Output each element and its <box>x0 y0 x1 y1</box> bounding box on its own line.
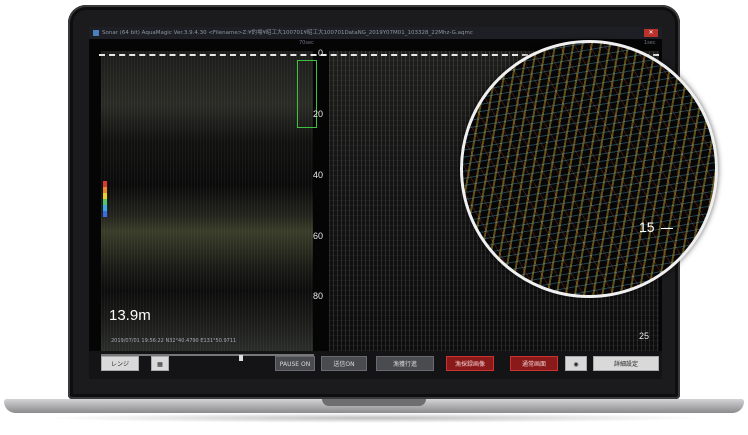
window-title: Sonar (64 bit) AquaMagic Ver.3.9.4.30 <F… <box>102 30 473 36</box>
depth-axis: 0 20 40 60 80 <box>312 48 345 351</box>
title-bar: Sonar (64 bit) AquaMagic Ver.3.9.4.30 <F… <box>89 27 662 39</box>
laptop-notch <box>322 399 426 406</box>
toolbar: レンジ ▦ PAUSE ON 送信ON 漁獲行進 漁採録画像 通常画面 ◉ 詳細… <box>89 351 662 379</box>
depth-tick: 20 <box>312 109 340 119</box>
depth-tick: 60 <box>312 231 340 241</box>
manual-mode-button[interactable]: 漁獲行進 <box>376 356 434 371</box>
depth-readout: 13.9m <box>109 307 151 324</box>
send-button[interactable]: 送信ON <box>321 356 367 371</box>
history-echogram[interactable]: 13.9m 2019/07/01 19:56:22 N32°40.4790 E1… <box>101 51 313 351</box>
detail-settings-button[interactable]: 詳細設定 <box>593 356 659 371</box>
depth-tick: 40 <box>312 170 340 180</box>
magnifier-depth-label: 15 <box>639 219 673 235</box>
color-scale-swatch <box>103 211 107 217</box>
depth-tick: 80 <box>312 291 340 301</box>
normal-screen-button[interactable]: 通常画面 <box>510 356 558 371</box>
laptop-shadow <box>40 413 708 423</box>
pause-button[interactable]: PAUSE ON <box>275 356 315 371</box>
slider-thumb[interactable] <box>239 355 243 361</box>
range-button[interactable]: レンジ <box>101 356 139 371</box>
depth-tick: 0 <box>317 48 345 58</box>
color-scale <box>103 181 107 223</box>
left-time-label: 70sec <box>299 40 314 46</box>
right-depth-tick: 25 <box>639 331 650 341</box>
magnifier-lens: 15 <box>460 40 718 298</box>
right-time-label: 1sec <box>644 40 656 46</box>
close-button[interactable]: ✕ <box>644 29 658 37</box>
app-icon <box>93 30 99 36</box>
image-icon[interactable]: ▦ <box>151 356 169 371</box>
record-screen-button[interactable]: 漁採録画像 <box>446 356 494 371</box>
position-readout: 2019/07/01 19:56:22 N32°40.4790 E131°50.… <box>111 338 237 344</box>
camera-icon[interactable]: ◉ <box>565 356 587 371</box>
